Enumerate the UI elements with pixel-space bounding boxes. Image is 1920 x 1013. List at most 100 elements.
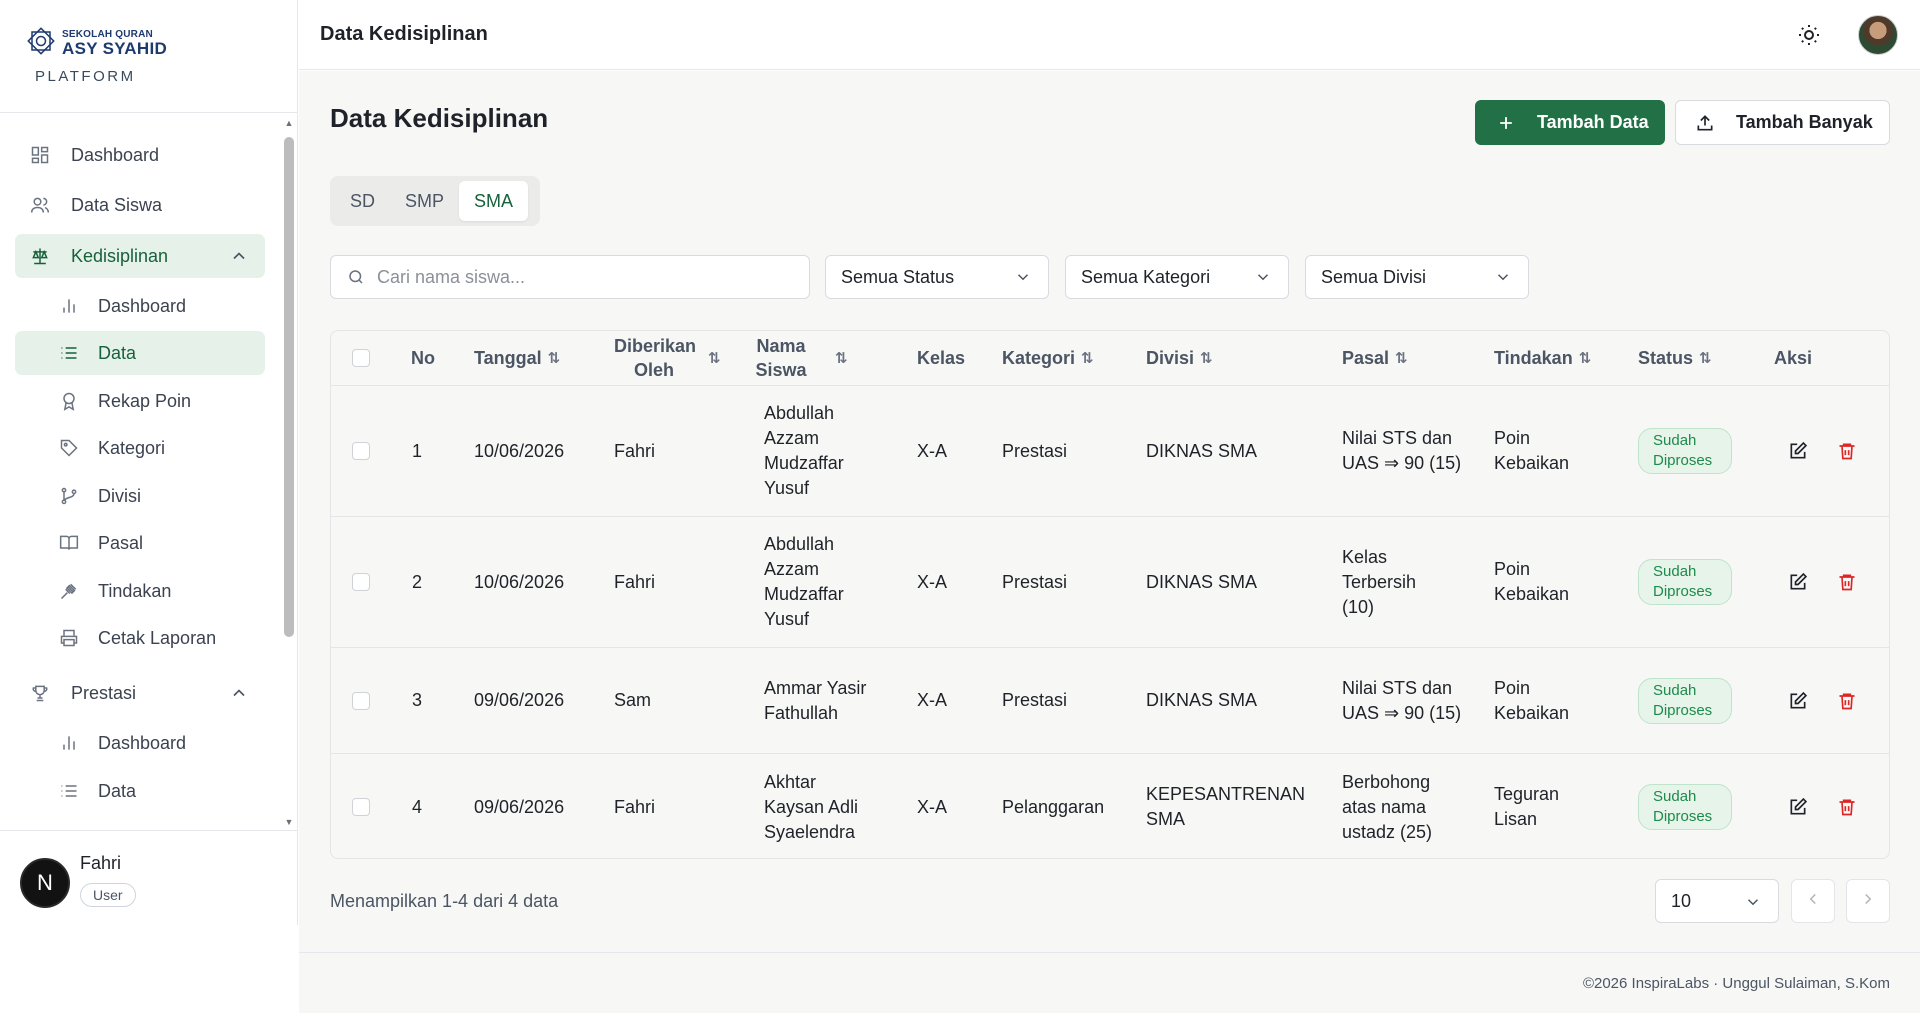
trash-icon[interactable]	[1834, 688, 1860, 714]
sidebar-nav: Dashboard Data Siswa Kedisiplinan Dashbo…	[0, 113, 284, 830]
table-row[interactable]: 3 09/06/2026 Sam Ammar Yasir Fathullah X…	[331, 648, 1889, 754]
sort-icon[interactable]: ⇅	[835, 349, 848, 367]
sidebar-item-kedisiplinan-data[interactable]: Data	[15, 331, 265, 375]
award-icon	[58, 390, 80, 412]
cell-diberikan-oleh: Fahri	[614, 796, 656, 817]
add-data-button[interactable]: Tambah Data	[1475, 100, 1665, 145]
cell-kelas: X-A	[917, 690, 948, 710]
avatar[interactable]: N	[20, 858, 70, 908]
brand-subtitle: PLATFORM	[35, 68, 136, 85]
trash-icon[interactable]	[1834, 569, 1860, 595]
edit-icon[interactable]	[1785, 688, 1811, 714]
col-label: Tanggal	[474, 347, 542, 368]
status-badge: Sudah Diproses	[1638, 677, 1732, 724]
scroll-up-arrow-icon[interactable]: ▲	[283, 117, 295, 129]
row-checkbox[interactable]	[352, 573, 370, 591]
cell-tindakan: Poin Kebaikan	[1494, 677, 1570, 723]
next-page-button[interactable]	[1846, 879, 1890, 923]
trash-icon[interactable]	[1834, 794, 1860, 820]
scroll-down-arrow-icon[interactable]: ▼	[283, 816, 295, 828]
sort-icon[interactable]: ⇅	[1579, 349, 1592, 367]
sidebar-item-kategori[interactable]: Kategori	[15, 426, 265, 470]
status-filter-select[interactable]: Semua Status	[825, 255, 1049, 299]
row-checkbox[interactable]	[352, 798, 370, 816]
sidebar-item-divisi[interactable]: Divisi	[15, 474, 265, 518]
sort-icon[interactable]: ⇅	[1395, 349, 1408, 367]
cell-nama-siswa: Abdullah Azzam Mudzaffar Yusuf	[764, 403, 844, 498]
col-divisi[interactable]: Divisi ⇅	[1146, 331, 1213, 385]
edit-icon[interactable]	[1785, 569, 1811, 595]
add-data-label: Tambah Data	[1537, 112, 1649, 132]
table-row[interactable]: 1 10/06/2026 Fahri Abdullah Azzam Mudzaf…	[331, 386, 1889, 517]
row-checkbox[interactable]	[352, 442, 370, 460]
col-tindakan[interactable]: Tindakan ⇅	[1494, 331, 1591, 385]
sort-icon[interactable]: ⇅	[1200, 349, 1213, 367]
sidebar-scrollbar[interactable]: ▲ ▼	[283, 113, 295, 830]
cell-diberikan-oleh: Fahri	[614, 440, 656, 461]
sort-icon[interactable]: ⇅	[1081, 349, 1094, 367]
divisi-filter-select[interactable]: Semua Divisi	[1305, 255, 1529, 299]
level-tabs: SD SMP SMA	[330, 176, 540, 226]
sidebar-item-pasal[interactable]: Pasal	[15, 521, 265, 565]
user-profile[interactable]: N Fahri User	[0, 830, 298, 925]
sort-icon[interactable]: ⇅	[548, 349, 561, 367]
theme-toggle-sun-icon[interactable]	[1794, 20, 1824, 50]
cell-kategori: Prestasi	[1002, 440, 1068, 461]
tag-icon	[58, 437, 80, 459]
chevron-up-icon[interactable]	[229, 683, 249, 703]
col-aksi: Aksi	[1774, 347, 1813, 368]
col-diberikan-oleh[interactable]: Diberikan Oleh ⇅	[614, 331, 729, 385]
cell-tanggal: 09/06/2026	[474, 796, 565, 817]
search-input[interactable]	[377, 266, 797, 288]
sidebar-item-prestasi-data[interactable]: Data	[15, 769, 265, 813]
col-kategori[interactable]: Kategori ⇅	[1002, 331, 1094, 385]
chevron-down-icon	[1254, 268, 1272, 286]
cell-kategori: Prestasi	[1002, 571, 1068, 592]
per-page-value: 10	[1671, 890, 1692, 911]
sidebar-item-dashboard[interactable]: Dashboard	[15, 133, 265, 177]
cell-nama-siswa: Ammar Yasir Fathullah	[764, 677, 867, 723]
sidebar-item-cetak-laporan[interactable]: Cetak Laporan	[15, 616, 265, 660]
sidebar-item-label: Dashboard	[98, 732, 187, 753]
sidebar-item-prestasi-dashboard[interactable]: Dashboard	[15, 721, 265, 765]
table-row[interactable]: 2 10/06/2026 Fahri Abdullah Azzam Mudzaf…	[331, 517, 1889, 648]
sort-icon[interactable]: ⇅	[1699, 349, 1712, 367]
col-nama-siswa[interactable]: Nama Siswa ⇅	[751, 331, 871, 385]
edit-icon[interactable]	[1785, 794, 1811, 820]
header-avatar[interactable]	[1858, 15, 1898, 55]
bulk-add-button[interactable]: Tambah Banyak	[1675, 100, 1890, 145]
cell-kelas: X-A	[917, 571, 948, 592]
col-tanggal[interactable]: Tanggal ⇅	[474, 331, 560, 385]
row-checkbox[interactable]	[352, 691, 370, 710]
scroll-thumb[interactable]	[284, 137, 294, 637]
chevron-up-icon[interactable]	[229, 246, 249, 266]
kategori-filter-select[interactable]: Semua Kategori	[1065, 255, 1289, 299]
tab-sd[interactable]: SD	[335, 181, 390, 221]
sort-icon[interactable]: ⇅	[708, 349, 721, 367]
layout-dashboard-icon	[29, 144, 51, 166]
sidebar-item-data-siswa[interactable]: Data Siswa	[15, 183, 265, 227]
cell-diberikan-oleh: Fahri	[614, 571, 656, 592]
edit-icon[interactable]	[1785, 438, 1811, 464]
sidebar-item-kedisiplinan-dashboard[interactable]: Dashboard	[15, 284, 265, 328]
brand[interactable]: SEKOLAH QURAN ASY SYAHID PLATFORM	[0, 0, 297, 113]
cell-tindakan: Poin Kebaikan	[1494, 559, 1570, 604]
table-row[interactable]: 4 09/06/2026 Fahri Akhtar Kaysan Adli Sy…	[331, 754, 1889, 858]
tab-sma[interactable]: SMA	[459, 181, 529, 221]
cell-tindakan: Teguran Lisan	[1494, 784, 1560, 829]
trash-icon[interactable]	[1834, 438, 1860, 464]
cell-divisi: DIKNAS SMA	[1146, 690, 1258, 710]
col-status[interactable]: Status ⇅	[1638, 331, 1712, 385]
header-title: Data Kedisiplinan	[320, 23, 488, 45]
prev-page-button[interactable]	[1791, 879, 1835, 923]
sidebar-item-rekap-poin[interactable]: Rekap Poin	[15, 379, 265, 423]
col-pasal[interactable]: Pasal ⇅	[1342, 331, 1408, 385]
select-all-checkbox[interactable]	[352, 349, 370, 367]
chevron-down-icon	[1744, 893, 1762, 911]
tab-smp[interactable]: SMP	[390, 181, 459, 221]
sidebar-item-prestasi[interactable]: Prestasi	[15, 671, 265, 715]
user-role-badge: User	[80, 883, 136, 907]
sidebar-item-kedisiplinan[interactable]: Kedisiplinan	[15, 234, 265, 278]
per-page-select[interactable]: 10	[1655, 879, 1779, 923]
sidebar-item-tindakan[interactable]: Tindakan	[15, 569, 265, 613]
